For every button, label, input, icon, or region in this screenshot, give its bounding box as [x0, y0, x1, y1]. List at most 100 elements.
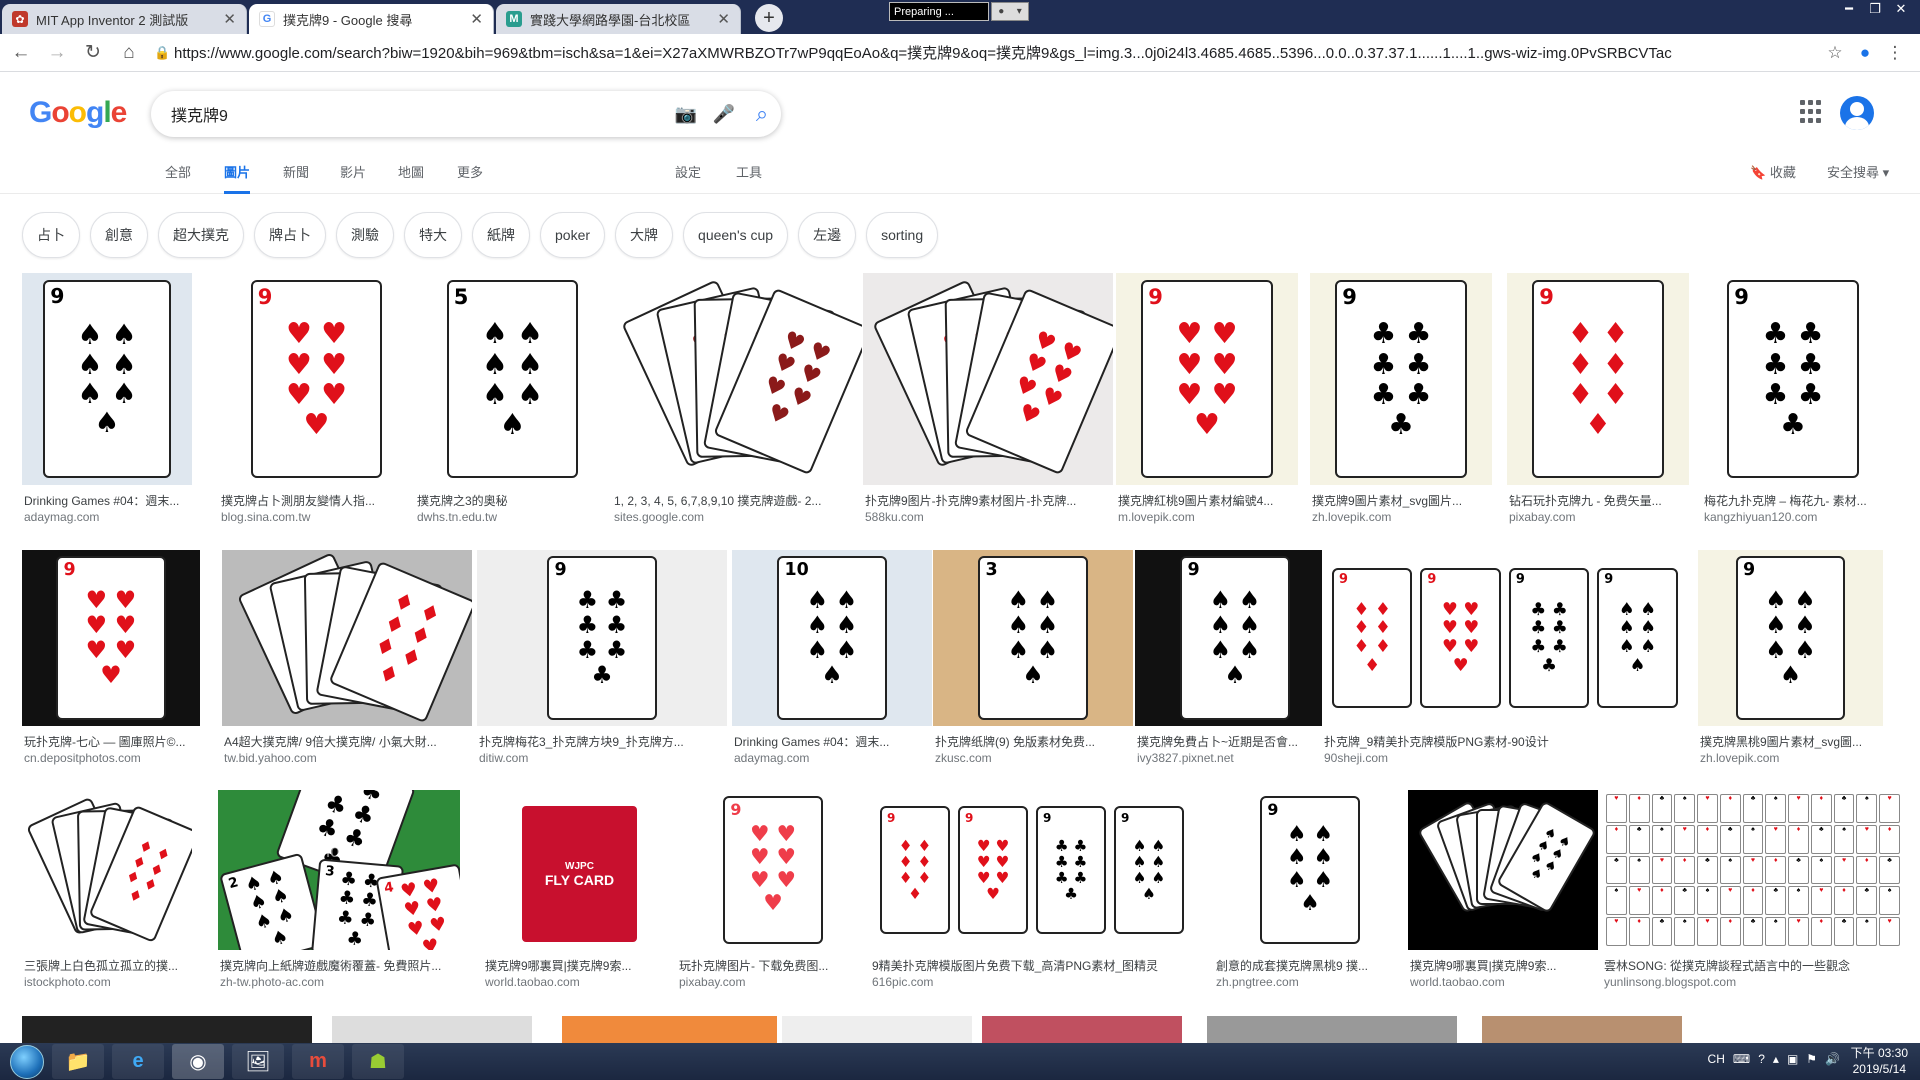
chip[interactable]: 創意 — [90, 212, 148, 258]
result-source[interactable]: blog.sina.com.tw — [221, 510, 416, 524]
result-caption[interactable]: A4超大撲克牌/ 9倍大撲克牌/ 小氣大財... — [224, 733, 474, 750]
tab-videos[interactable]: 影片 — [340, 162, 366, 194]
internet-explorer-icon[interactable]: e — [112, 1044, 164, 1079]
tab-news[interactable]: 新聞 — [283, 162, 309, 194]
google-apps-icon[interactable] — [1800, 100, 1824, 124]
collections-link[interactable]: 🔖 收藏 — [1750, 162, 1796, 181]
result-caption[interactable]: 玩扑克牌-七心 — 圖庫照片©... — [24, 733, 202, 750]
result-source[interactable]: 90sheji.com — [1324, 751, 1694, 765]
result-thumbnail[interactable]: ♥ ♦ ♣ ♠ ♥ ♦ ♣ ♠ ♥ ♦ ♣ ♠ ♥ ♦ ♣ ♠ ♥ ♦ ♣ ♠ ♥ ♦ ♣ ♠ ♥ ♦ ♣ ♠ ♥ ♦ ♣ ♠ ♥ ♦ ♣ ♠ ♥ ♦ ♣ ♠… — [1602, 790, 1904, 950]
result-thumbnail[interactable]: 9 ♦ ♦ ♦ ♦ ♦ ♦ ♦ — [1507, 273, 1689, 485]
chip[interactable]: 牌占卜 — [254, 212, 326, 258]
result-caption[interactable]: 扑克牌9图片-扑克牌9素材图片-扑克牌... — [865, 492, 1115, 509]
image-result[interactable] — [562, 1016, 777, 1043]
image-result[interactable] — [1207, 1016, 1457, 1043]
camera-icon[interactable]: 📷 — [667, 95, 705, 133]
volume-icon[interactable]: 🔊 — [1825, 1052, 1840, 1066]
result-caption[interactable]: 撲克牌免費占卜~近期是否會... — [1137, 733, 1337, 750]
result-caption[interactable]: 撲克牌向上紙牌遊戲魔術覆蓋- 免費照片... — [220, 957, 462, 974]
account-avatar[interactable] — [1840, 96, 1874, 130]
result-source[interactable]: kangzhiyuan120.com — [1704, 510, 1886, 524]
result-thumbnail[interactable]: 9 ♣ ♣ ♣ ♣ ♣ ♣ ♣ — [1702, 273, 1884, 485]
settings-link[interactable]: 設定 — [675, 162, 701, 194]
result-source[interactable]: yunlinsong.blogspot.com — [1604, 975, 1906, 989]
input-lang[interactable]: CH — [1708, 1052, 1725, 1066]
result-caption[interactable]: 钻石玩扑克牌九 - 免费矢量... — [1509, 492, 1691, 509]
start-button[interactable] — [10, 1044, 44, 1079]
chip[interactable]: queen's cup — [683, 212, 789, 258]
result-source[interactable]: 616pic.com — [872, 975, 1194, 989]
microphone-icon[interactable]: 🎤 — [705, 95, 743, 133]
result-caption[interactable]: 雲林SONG: 從撲克牌談程式語言中的一些觀念 — [1604, 957, 1906, 974]
image-result[interactable]: 9 ♥ ♥ ♥ ♥ ♥ ♥ ♥ 玩扑克牌-七心 — 圖庫照片©... cn.depos… — [22, 550, 200, 776]
result-thumbnail[interactable]: 5 ♠ ♠ ♠ ♠ ♠ ♠ ♠ — [415, 273, 610, 485]
result-caption[interactable]: 梅花九扑克牌 – 梅花九- 素材... — [1704, 492, 1886, 509]
search-input[interactable] — [171, 105, 667, 123]
chip[interactable]: 大牌 — [615, 212, 674, 258]
image-result[interactable]: ♠ ♠ ♠ ♠ ♠ ♠ ♠♥ ♥ ♥ ♥ ♥ ♥ ♥♠ ♠ ♠ ♠ ♠ ♠ ♠♥… — [1408, 790, 1598, 1000]
image-result[interactable] — [22, 1016, 312, 1043]
result-caption[interactable]: 扑克牌_9精美扑克牌模版PNG素材-90设计 — [1324, 733, 1694, 750]
result-thumbnail[interactable]: 9 ♥ ♥ ♥ ♥ ♥ ♥ ♥ — [1116, 273, 1298, 485]
image-result[interactable]: WJPC FLY CARD 撲克牌9哪裏買|撲克牌9索... world.taobao… — [483, 790, 676, 1000]
result-thumbnail[interactable]: ♥ ♥ ♥ ♥ ♥ ♥ ♥♥ ♥ ♥ ♥ ♥ ♥ ♥♥ ♥ ♥ ♥ ♥ ♥ ♥♥… — [863, 273, 1113, 485]
result-source[interactable]: ditiw.com — [479, 751, 729, 765]
tab-more[interactable]: 更多 — [457, 162, 483, 194]
result-caption[interactable]: 撲克牌占卜測朋友變情人指... — [221, 492, 416, 509]
image-result[interactable]: ♦ ♦ ♦ ♦ ♦ ♦ ♦♦ ♦ ♦ ♦ ♦ ♦ ♦♦ ♦ ♦ ♦ ♦ ♦ ♦♦… — [22, 790, 192, 1000]
result-source[interactable]: zh.lovepik.com — [1700, 751, 1885, 765]
image-result[interactable]: 9 ♠ ♠ ♠ ♠ ♠ ♠ ♠ 撲克牌免費占卜~近期是否會... ivy3827.pi… — [1135, 550, 1335, 776]
result-thumbnail[interactable]: 9 ♦ ♦ ♦ ♦ ♦ ♦ ♦ 9 ♥ ♥ ♥ ♥ ♥ ♥ ♥ 9 ♣ ♣ ♣ ♣ ♣ ♣… — [870, 790, 1192, 950]
chevron-up-icon[interactable]: ▴ — [1773, 1052, 1779, 1066]
chip[interactable]: poker — [540, 212, 606, 258]
result-caption[interactable]: 撲克牌紅桃9圖片素材編號4... — [1118, 492, 1300, 509]
result-thumbnail[interactable]: 9 ♥ ♥ ♥ ♥ ♥ ♥ ♥ — [219, 273, 414, 485]
result-source[interactable]: adaymag.com — [24, 510, 194, 524]
clock[interactable]: 下午 03:30 2019/5/14 — [1851, 1045, 1908, 1077]
result-caption[interactable]: 扑克牌纸牌(9) 免版素材免费... — [935, 733, 1135, 750]
search-icon[interactable]: ⌕ — [743, 95, 781, 133]
forward-icon[interactable]: → — [42, 38, 72, 68]
result-caption[interactable]: Drinking Games #04：週末... — [24, 492, 194, 509]
result-source[interactable]: pixabay.com — [679, 975, 871, 989]
keyboard-icon[interactable]: ⌨ — [1733, 1052, 1750, 1066]
image-result[interactable]: 9 ♥ ♥ ♥ ♥ ♥ ♥ ♥ 玩扑克牌图片- 下载免费图... pixabay.co… — [677, 790, 869, 1000]
chip[interactable]: 特大 — [404, 212, 462, 258]
help-icon[interactable]: ? — [1758, 1052, 1765, 1066]
result-thumbnail[interactable]: 9 ♣ ♣ ♣ ♣ ♣ ♣ ♣ — [1310, 273, 1492, 485]
result-caption[interactable]: 撲克牌9哪裏買|撲克牌9索... — [1410, 957, 1600, 974]
image-result[interactable]: 3 ♠ ♠ ♠ ♠ ♠ ♠ ♠ 扑克牌纸牌(9) 免版素材免费... zkusc.co… — [933, 550, 1133, 776]
result-source[interactable]: zh.pngtree.com — [1216, 975, 1408, 989]
result-caption[interactable]: 扑克牌梅花3_扑克牌方块9_扑克牌方... — [479, 733, 729, 750]
url-text[interactable]: https://www.google.com/search?biw=1920&b… — [174, 42, 1814, 63]
result-source[interactable]: world.taobao.com — [485, 975, 678, 989]
image-result[interactable]: 9 ♣ ♣ ♣ ♣ ♣ ♣ ♣ 撲克牌9圖片素材_svg圖片... zh.lovepi… — [1310, 273, 1492, 535]
result-caption[interactable]: Drinking Games #04：週末... — [734, 733, 934, 750]
result-source[interactable]: world.taobao.com — [1410, 975, 1600, 989]
result-thumbnail[interactable]: 3 ♠ ♠ ♠ ♠ ♠ ♠ ♠ — [933, 550, 1133, 726]
tab-google-search[interactable]: G 撲克牌9 - Google 搜尋 ✕ — [249, 4, 494, 34]
result-thumbnail[interactable]: A♣ ♣ ♣ ♣ ♣ ♣ ♣2♠ ♠ ♠ ♠ ♠ ♠ ♠3♣ ♣ ♣ ♣ ♣ ♣… — [218, 790, 460, 950]
chip[interactable]: 紙牌 — [472, 212, 530, 258]
result-source[interactable]: ivy3827.pixnet.net — [1137, 751, 1337, 765]
result-caption[interactable]: 撲克牌9哪裏買|撲克牌9索... — [485, 957, 678, 974]
image-result[interactable]: 9 ♦ ♦ ♦ ♦ ♦ ♦ ♦ 钻石玩扑克牌九 - 免费矢量... pixabay.c… — [1507, 273, 1689, 535]
result-source[interactable]: adaymag.com — [734, 751, 934, 765]
image-result[interactable]: 10 ♠ ♠ ♠ ♠ ♠ ♠ ♠ Drinking Games #04：週末... a… — [732, 550, 932, 776]
result-thumbnail[interactable]: 9 ♠ ♠ ♠ ♠ ♠ ♠ ♠ — [22, 273, 192, 485]
tab-app-inventor[interactable]: ✿ MIT App Inventor 2 測試版 ✕ — [2, 4, 247, 34]
safesearch-dropdown[interactable]: 安全搜尋 ▾ — [1827, 162, 1889, 181]
result-source[interactable]: cn.depositphotos.com — [24, 751, 202, 765]
image-result[interactable] — [1707, 1016, 1902, 1043]
result-thumbnail[interactable]: 9 ♦ ♦ ♦ ♦ ♦ ♦ ♦ 9 ♥ ♥ ♥ ♥ ♥ ♥ ♥ 9 ♣ ♣ ♣ ♣ ♣ ♣… — [1322, 550, 1692, 726]
bookmark-star-icon[interactable]: ☆ — [1820, 43, 1850, 63]
result-thumbnail[interactable]: 9 ♠ ♠ ♠ ♠ ♠ ♠ ♠ — [1214, 790, 1406, 950]
result-thumbnail[interactable]: WJPC FLY CARD — [483, 790, 676, 950]
tab-all[interactable]: 全部 — [165, 162, 191, 194]
image-result[interactable]: 9 ♠ ♠ ♠ ♠ ♠ ♠ ♠ Drinking Games #04：週末... ad… — [22, 273, 192, 535]
image-result[interactable]: 9 ♣ ♣ ♣ ♣ ♣ ♣ ♣ 扑克牌梅花3_扑克牌方块9_扑克牌方... ditiw… — [477, 550, 727, 776]
reload-icon[interactable]: ↻ — [78, 38, 108, 68]
chip[interactable]: sorting — [866, 212, 939, 258]
result-thumbnail[interactable]: 9 ♠ ♠ ♠ ♠ ♠ ♠ ♠ — [1135, 550, 1335, 726]
image-result[interactable]: 9 ♥ ♥ ♥ ♥ ♥ ♥ ♥ 撲克牌占卜測朋友變情人指... blog.sina.c… — [219, 273, 414, 535]
